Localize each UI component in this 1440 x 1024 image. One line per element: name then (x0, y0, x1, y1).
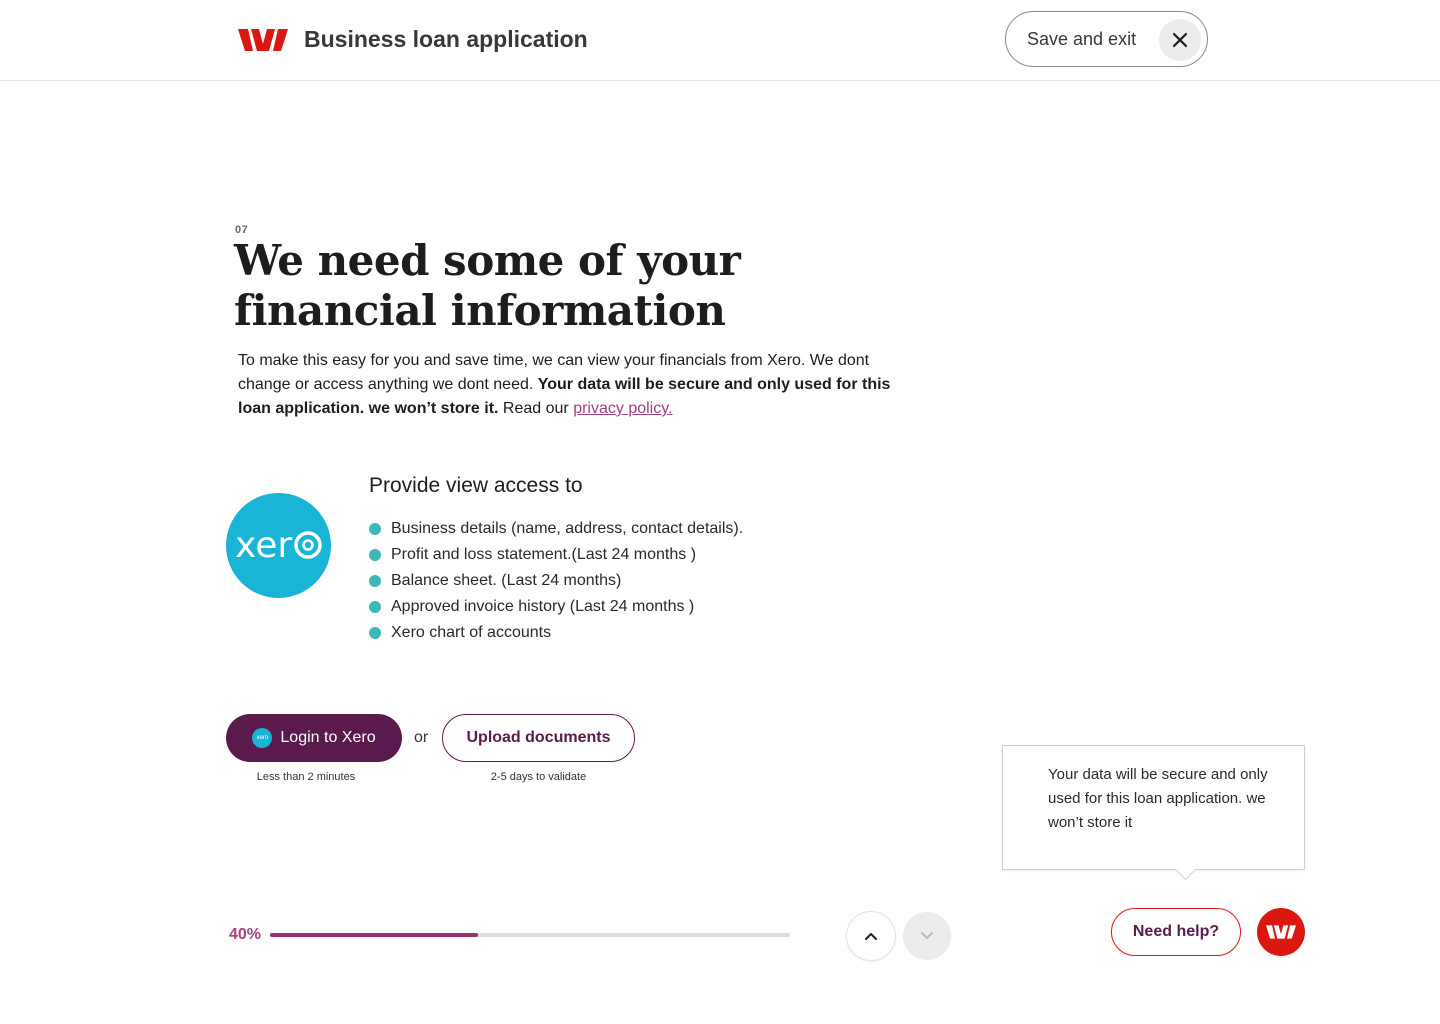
xero-logo: xer (226, 493, 331, 598)
login-to-xero-button[interactable]: xero Login to Xero (226, 714, 402, 762)
xero-icon: xero (252, 728, 273, 748)
need-help-button[interactable]: Need help? (1111, 908, 1241, 956)
intro-paragraph: To make this easy for you and save time,… (238, 349, 898, 421)
tooltip-text: Your data will be secure and only used f… (1048, 766, 1268, 831)
chevron-up-icon (865, 933, 877, 940)
list-item: Balance sheet. (Last 24 months) (369, 568, 743, 594)
list-item: Business details (name, address, contact… (369, 516, 743, 542)
intro-read-text: Read our (498, 400, 574, 417)
or-separator: or (414, 729, 429, 746)
app-title: Business loan application (304, 26, 588, 52)
list-item: Xero chart of accounts (369, 620, 743, 646)
list-item: Profit and loss statement.(Last 24 month… (369, 542, 743, 568)
login-label: Login to Xero (280, 729, 376, 746)
app-header: Business loan application Save and exit (0, 0, 1440, 81)
close-button[interactable] (1159, 19, 1201, 61)
westpac-logo-icon[interactable] (238, 29, 288, 51)
svg-text:xer: xer (235, 526, 292, 566)
help-chat-button[interactable] (1257, 908, 1305, 956)
westpac-logo-icon (1266, 925, 1296, 939)
access-title: Provide view access to (369, 474, 583, 497)
step-number: 07 (235, 224, 249, 236)
chevron-down-icon (921, 932, 933, 939)
access-list: Business details (name, address, contact… (369, 516, 743, 646)
login-hint: Less than 2 minutes (256, 771, 356, 783)
xero-logo-icon: xer (235, 526, 322, 566)
progress-fill (270, 933, 478, 937)
save-and-exit-button[interactable]: Save and exit (1005, 11, 1208, 67)
upload-documents-button[interactable]: Upload documents (442, 714, 635, 762)
progress-percentage: 40% (229, 926, 262, 943)
privacy-policy-link[interactable]: privacy policy. (573, 400, 672, 417)
upload-hint: 2-5 days to validate (490, 771, 587, 783)
page-title: We need some of your financial informati… (234, 236, 741, 335)
list-item: Approved invoice history (Last 24 months… (369, 594, 743, 620)
progress-bar (270, 933, 790, 937)
previous-question-button[interactable] (846, 911, 896, 961)
close-icon (1172, 32, 1188, 48)
next-question-button[interactable] (903, 912, 951, 960)
save-and-exit-label: Save and exit (1027, 28, 1137, 49)
tooltip-tail (1174, 858, 1197, 881)
help-tooltip: Your data will be secure and only used f… (1002, 745, 1305, 881)
